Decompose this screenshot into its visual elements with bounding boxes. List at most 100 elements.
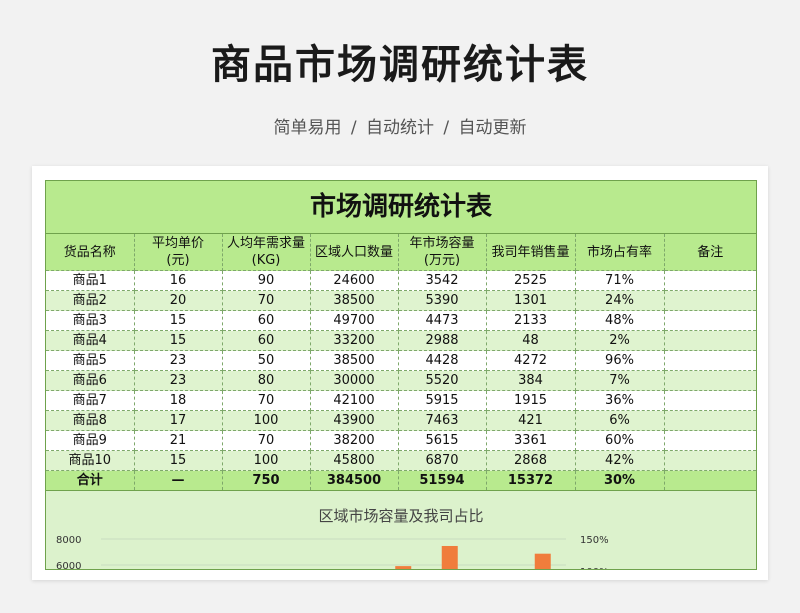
table-cell[interactable]: 50: [222, 350, 311, 371]
table-cell[interactable]: 4272: [486, 350, 576, 371]
table-cell[interactable]: 2%: [575, 330, 665, 351]
table-cell[interactable]: 15: [134, 450, 223, 471]
table-cell[interactable]: 7463: [398, 410, 487, 431]
table-cell[interactable]: 7%: [575, 370, 665, 391]
column-header-label: 人均年需求量: [226, 236, 305, 251]
table-cell[interactable]: 36%: [575, 390, 665, 411]
table-cell[interactable]: 45800: [310, 450, 399, 471]
table-cell[interactable]: 100: [222, 410, 311, 431]
column-header-label: 货品名称: [63, 244, 116, 260]
table-cell[interactable]: 商品9: [46, 430, 135, 451]
column-header: 区域人口数量: [310, 234, 399, 271]
table-cell[interactable]: 43900: [310, 410, 399, 431]
table-cell[interactable]: 5615: [398, 430, 487, 451]
table-cell[interactable]: 6%: [575, 410, 665, 431]
table-cell[interactable]: 42%: [575, 450, 665, 471]
table-cell[interactable]: [664, 310, 756, 331]
table-cell[interactable]: 4428: [398, 350, 487, 371]
y2-tick-label: 100%: [580, 567, 609, 570]
table-cell[interactable]: 20: [134, 290, 223, 311]
table-cell[interactable]: 38200: [310, 430, 399, 451]
table-cell[interactable]: 70: [222, 390, 311, 411]
table-cell[interactable]: 商品5: [46, 350, 135, 371]
total-cell[interactable]: 30%: [575, 470, 665, 491]
table-cell[interactable]: [664, 450, 756, 471]
table-cell[interactable]: 5520: [398, 370, 487, 391]
total-cell[interactable]: 384500: [310, 470, 399, 491]
column-header: 人均年需求量 (KG): [222, 234, 311, 271]
table-cell[interactable]: 5390: [398, 290, 487, 311]
table-cell[interactable]: [664, 430, 756, 451]
table-cell[interactable]: 421: [486, 410, 576, 431]
table-cell[interactable]: 80: [222, 370, 311, 391]
table-cell[interactable]: 70: [222, 290, 311, 311]
table-cell[interactable]: 24%: [575, 290, 665, 311]
total-cell[interactable]: [664, 470, 756, 491]
table-cell[interactable]: 384: [486, 370, 576, 391]
table-cell[interactable]: 3542: [398, 270, 487, 291]
total-cell[interactable]: 51594: [398, 470, 487, 491]
table-cell[interactable]: 15: [134, 330, 223, 351]
table-cell[interactable]: 4473: [398, 310, 487, 331]
table-cell[interactable]: 2988: [398, 330, 487, 351]
table-cell[interactable]: 21: [134, 430, 223, 451]
table-cell[interactable]: [664, 270, 756, 291]
table-cell[interactable]: 商品3: [46, 310, 135, 331]
table-cell[interactable]: 商品8: [46, 410, 135, 431]
table-cell[interactable]: 商品7: [46, 390, 135, 411]
table-cell[interactable]: 商品1: [46, 270, 135, 291]
table-cell[interactable]: 96%: [575, 350, 665, 371]
column-header-label: 年市场容量: [409, 236, 475, 251]
table-cell[interactable]: [664, 410, 756, 431]
table-cell[interactable]: 2133: [486, 310, 576, 331]
table-cell[interactable]: 商品6: [46, 370, 135, 391]
table-cell[interactable]: 48: [486, 330, 576, 351]
table-cell[interactable]: 23: [134, 350, 223, 371]
table-cell[interactable]: 30000: [310, 370, 399, 391]
table-cell[interactable]: 16: [134, 270, 223, 291]
table-cell[interactable]: 48%: [575, 310, 665, 331]
table-row: 商品1 16 90 24600 3542 2525 71%: [46, 270, 756, 291]
table-cell[interactable]: 3361: [486, 430, 576, 451]
chart-bar: [395, 566, 412, 569]
table-cell[interactable]: 60: [222, 330, 311, 351]
table-cell[interactable]: 49700: [310, 310, 399, 331]
total-cell[interactable]: 750: [222, 470, 311, 491]
total-cell[interactable]: 15372: [486, 470, 576, 491]
table-cell[interactable]: 5915: [398, 390, 487, 411]
table-cell[interactable]: 90: [222, 270, 311, 291]
table-cell[interactable]: 38500: [310, 350, 399, 371]
column-header: 我司年销售量: [486, 234, 576, 271]
table-cell[interactable]: 2525: [486, 270, 576, 291]
table-cell[interactable]: 6870: [398, 450, 487, 471]
table-cell[interactable]: 60: [222, 310, 311, 331]
table-cell[interactable]: 38500: [310, 290, 399, 311]
chart-bar: [534, 553, 551, 569]
table-cell[interactable]: [664, 390, 756, 411]
table-cell[interactable]: 1301: [486, 290, 576, 311]
table-cell[interactable]: 33200: [310, 330, 399, 351]
table-cell[interactable]: 100: [222, 450, 311, 471]
table-cell[interactable]: 2868: [486, 450, 576, 471]
total-cell[interactable]: 合计: [46, 470, 135, 491]
table-cell[interactable]: [664, 370, 756, 391]
table-cell[interactable]: 15: [134, 310, 223, 331]
column-header: 平均单价 (元): [134, 234, 223, 271]
table-cell[interactable]: [664, 350, 756, 371]
table-cell[interactable]: 23: [134, 370, 223, 391]
table-cell[interactable]: 商品4: [46, 330, 135, 351]
table-cell[interactable]: 42100: [310, 390, 399, 411]
table-cell[interactable]: 商品2: [46, 290, 135, 311]
total-cell[interactable]: —: [134, 470, 223, 491]
table-cell[interactable]: 18: [134, 390, 223, 411]
table-cell[interactable]: [664, 330, 756, 351]
table-cell[interactable]: 1915: [486, 390, 576, 411]
table-cell[interactable]: 60%: [575, 430, 665, 451]
table-cell[interactable]: [664, 290, 756, 311]
preview-card: 市场调研统计表 货品名称 平均单价 (元) 人均年需求量 (KG) 区域人口数量 年市场容量…: [32, 166, 768, 580]
table-cell[interactable]: 24600: [310, 270, 399, 291]
table-cell[interactable]: 17: [134, 410, 223, 431]
table-cell[interactable]: 70: [222, 430, 311, 451]
table-cell[interactable]: 商品10: [46, 450, 135, 471]
table-cell[interactable]: 71%: [575, 270, 665, 291]
